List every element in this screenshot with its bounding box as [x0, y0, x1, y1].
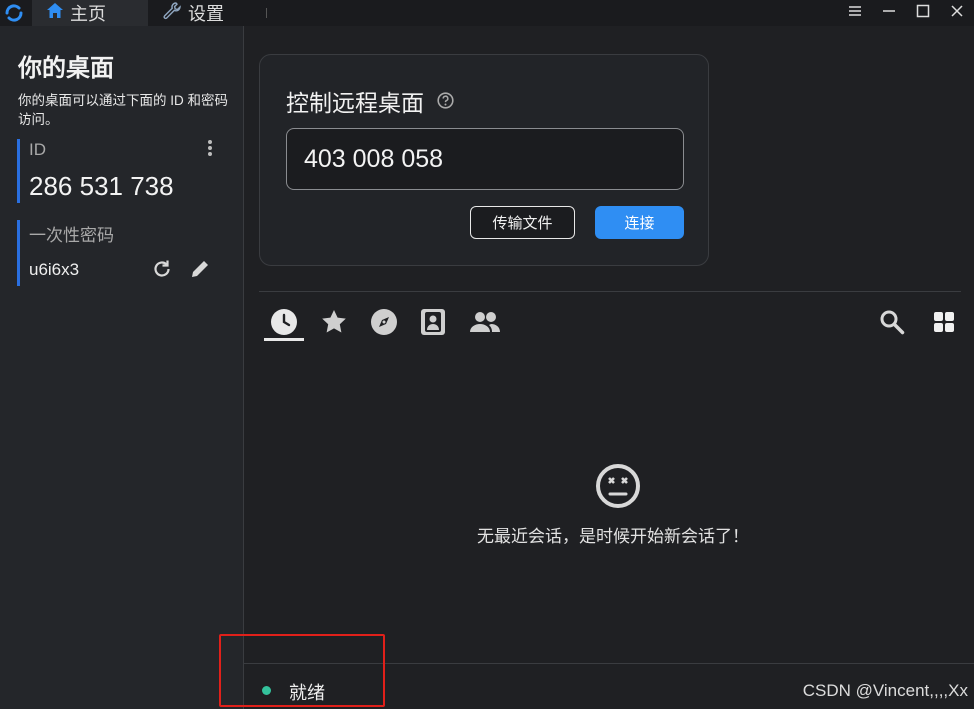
transfer-file-button[interactable]: 传输文件 — [470, 206, 575, 239]
tab-settings-label: 设置 — [188, 4, 224, 24]
section-divider — [259, 291, 961, 292]
watermark-text: CSDN @Vincent,,,,Xx — [802, 681, 968, 700]
remote-id-input[interactable]: 403 008 058 — [286, 128, 684, 190]
tab-home[interactable]: 主页 — [32, 0, 148, 26]
connect-button[interactable]: 连接 — [595, 206, 684, 239]
favorite-star-icon[interactable] — [317, 305, 351, 339]
search-icon[interactable] — [875, 305, 909, 339]
address-book-icon[interactable] — [416, 305, 450, 339]
tab-home-label: 主页 — [70, 4, 106, 24]
password-section-bar — [17, 220, 20, 286]
tab-settings[interactable]: 设置 — [148, 0, 266, 26]
connect-title: 控制远程桌面 — [286, 90, 424, 116]
group-people-icon[interactable] — [466, 305, 504, 339]
sad-face-icon — [595, 463, 641, 514]
menu-icon[interactable] — [838, 0, 872, 22]
window-controls — [838, 0, 974, 26]
active-tab-indicator — [264, 338, 304, 341]
grid-view-icon[interactable] — [927, 305, 961, 339]
id-label: ID — [29, 140, 46, 159]
refresh-password-icon[interactable] — [149, 256, 175, 282]
help-icon[interactable] — [437, 92, 454, 114]
highlight-annotation-box — [219, 634, 385, 707]
recent-clock-icon[interactable] — [267, 305, 301, 339]
panel-title: 你的桌面 — [18, 55, 114, 82]
connect-card: 控制远程桌面 403 008 058 传输文件 连接 — [259, 54, 709, 266]
maximize-icon[interactable] — [906, 0, 940, 22]
id-more-options-icon[interactable] — [202, 137, 218, 159]
empty-message: 无最近会话，是时候开始新会话了！ — [477, 527, 749, 546]
app-logo-icon — [0, 0, 28, 26]
password-value[interactable]: u6i6x3 — [29, 260, 79, 280]
edit-password-icon[interactable] — [187, 256, 213, 282]
home-icon — [46, 2, 64, 25]
tab-separator — [266, 8, 267, 18]
discover-compass-icon[interactable] — [367, 305, 401, 339]
title-bar: 主页 设置 — [0, 0, 974, 26]
panel-description: 你的桌面可以通过下面的 ID 和密码访问。 — [18, 93, 229, 127]
id-section-bar — [17, 139, 20, 203]
id-value[interactable]: 286 531 738 — [29, 171, 174, 202]
password-label: 一次性密码 — [29, 226, 114, 245]
minimize-icon[interactable] — [872, 0, 906, 22]
close-icon[interactable] — [940, 0, 974, 22]
wrench-icon — [162, 1, 182, 26]
left-panel: 你的桌面 你的桌面可以通过下面的 ID 和密码访问。 ID 286 531 73… — [0, 26, 244, 709]
